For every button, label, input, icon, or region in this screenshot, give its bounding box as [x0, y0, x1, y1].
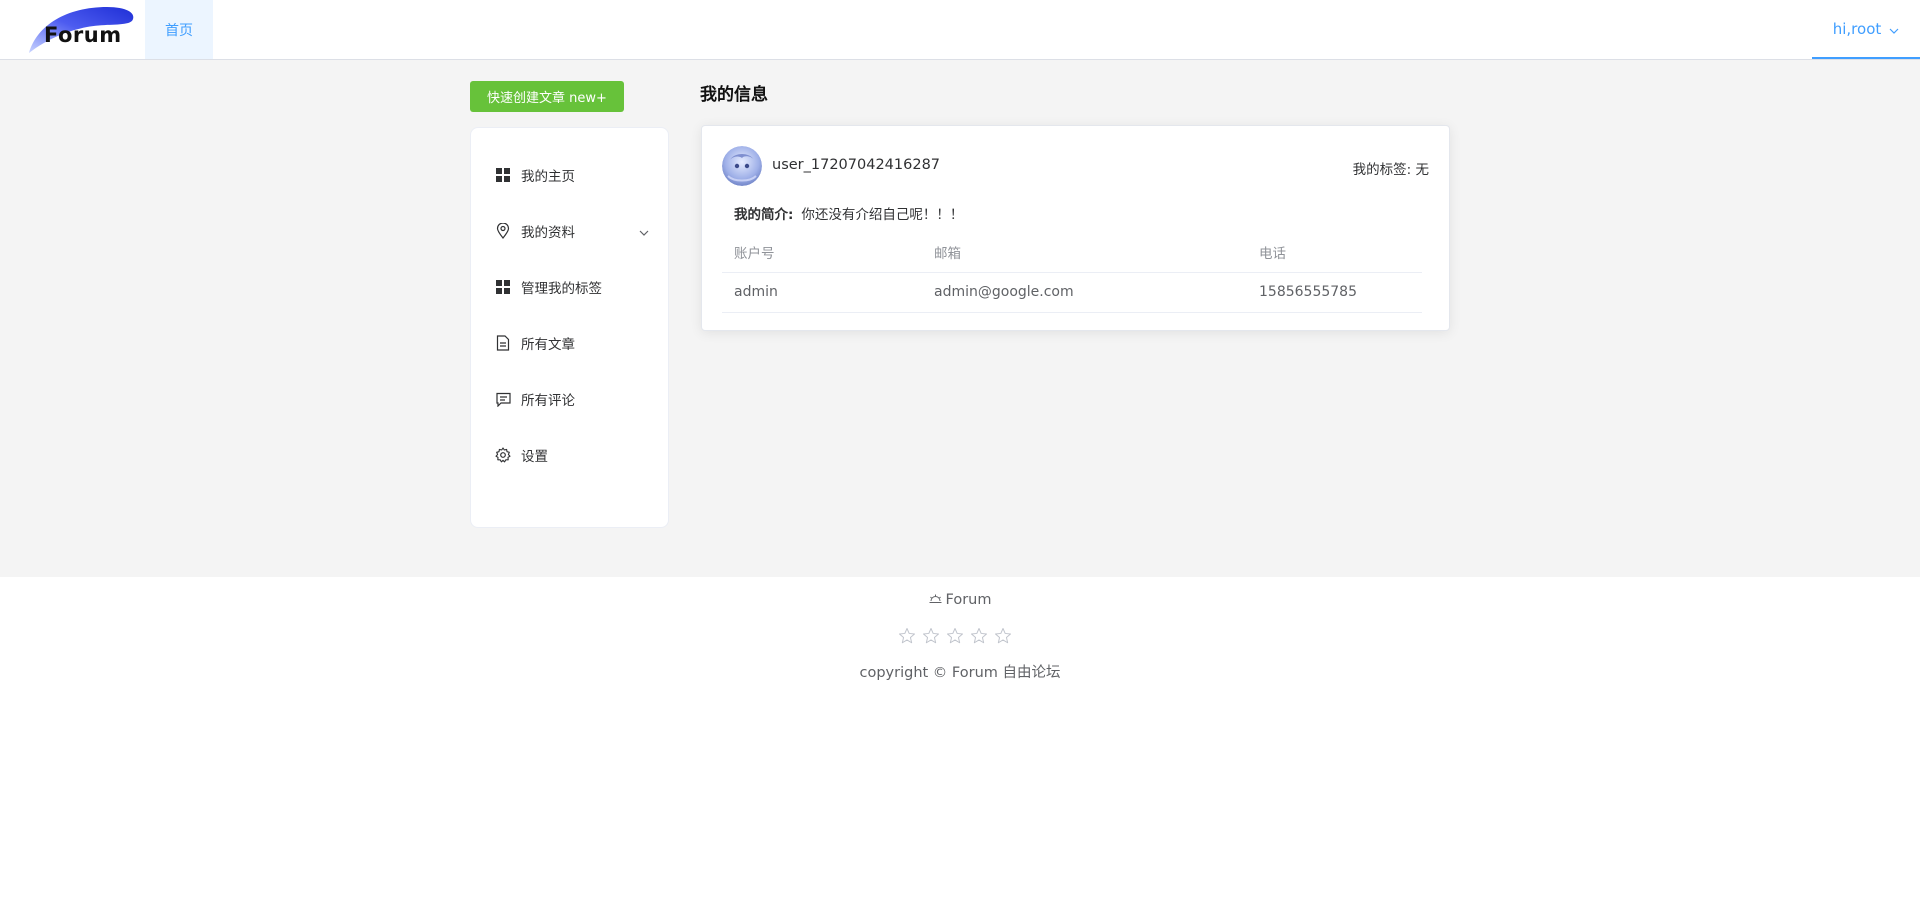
gear-icon — [495, 447, 511, 463]
intro-label: 我的简介: — [734, 207, 794, 223]
sunrise-icon — [929, 592, 942, 608]
star-icon[interactable] — [922, 627, 940, 649]
column-header-phone: 电话 — [1247, 232, 1422, 273]
table-header-row: 账户号 邮箱 电话 — [722, 232, 1422, 273]
rating-stars[interactable] — [898, 627, 1012, 649]
sidebar-item-settings[interactable]: 设置 — [471, 435, 670, 475]
column-header-email: 邮箱 — [922, 232, 1247, 273]
cell-phone: 15856555785 — [1247, 272, 1422, 313]
chat-icon — [495, 391, 511, 407]
forum-logo[interactable]: Forum — [27, 5, 137, 55]
footer-title-text: Forum — [945, 592, 992, 608]
sidebar-item-label: 所有文章 — [521, 337, 575, 353]
intro-row: 我的简介: 你还没有介绍自己呢！！！ — [734, 203, 963, 223]
page-title: 我的信息 — [700, 85, 768, 105]
star-icon[interactable] — [994, 627, 1012, 649]
sidebar-item-manage-tags[interactable]: 管理我的标签 — [471, 267, 670, 307]
user-greeting: hi,root — [1832, 19, 1882, 38]
sidebar-item-label: 设置 — [521, 449, 548, 465]
cell-account: admin — [722, 272, 922, 313]
account-table: 账户号 邮箱 电话 admin admin@google.com 1585655… — [722, 232, 1422, 313]
column-header-account: 账户号 — [722, 232, 922, 273]
nav-home-tab[interactable]: 首页 — [145, 0, 213, 59]
avatar[interactable] — [722, 146, 762, 186]
chevron-down-icon — [639, 224, 649, 240]
sidebar-item-all-articles[interactable]: 所有文章 — [471, 323, 670, 363]
nav-home-label: 首页 — [165, 22, 193, 39]
star-icon[interactable] — [970, 627, 988, 649]
sidebar-item-all-comments[interactable]: 所有评论 — [471, 379, 670, 419]
copyright-text: copyright © Forum 自由论坛 — [859, 665, 1061, 681]
sidebar-item-my-homepage[interactable]: 我的主页 — [471, 155, 670, 195]
sidebar-menu: 我的主页 我的资料 管理我的标签 所有文章 所有评论 设置 — [470, 127, 669, 528]
my-tags-label: 我的标签: 无 — [1352, 162, 1429, 178]
sidebar-item-label: 我的主页 — [521, 169, 575, 185]
sidebar-item-label: 管理我的标签 — [521, 281, 602, 297]
username: user_17207042416287 — [772, 157, 941, 173]
sidebar-item-label: 我的资料 — [521, 225, 575, 241]
sidebar-item-label: 所有评论 — [521, 393, 575, 409]
star-icon[interactable] — [898, 627, 916, 649]
table-row: admin admin@google.com 15856555785 — [722, 272, 1422, 313]
profile-card: user_17207042416287 我的标签: 无 我的简介: 你还没有介绍自… — [701, 125, 1450, 331]
quick-create-article-button[interactable]: 快速创建文章 new+ — [470, 81, 624, 112]
grid-icon — [495, 279, 511, 295]
sidebar-item-my-profile[interactable]: 我的资料 — [471, 211, 670, 251]
intro-text: 你还没有介绍自己呢！！！ — [801, 207, 964, 223]
top-navbar: Forum 首页 hi,root — [0, 0, 1920, 60]
cell-email: admin@google.com — [922, 272, 1247, 313]
document-icon — [495, 335, 511, 351]
logo-text: Forum — [44, 23, 122, 47]
star-icon[interactable] — [946, 627, 964, 649]
location-icon — [495, 223, 511, 239]
grid-icon — [495, 167, 511, 183]
footer-title: Forum — [0, 592, 1920, 608]
user-menu-dropdown[interactable]: hi,root — [1812, 0, 1920, 59]
chevron-down-icon — [1889, 20, 1899, 38]
